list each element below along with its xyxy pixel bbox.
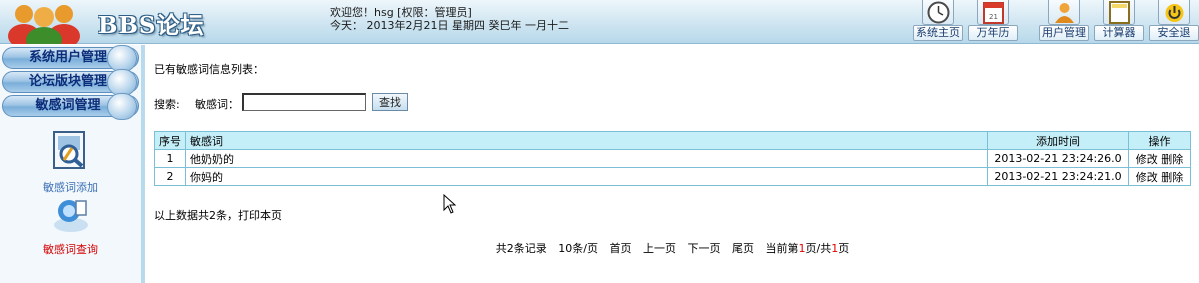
col-header-no: 序号 (154, 131, 186, 150)
sidebar-item-word-add[interactable]: 敏感词添加 (0, 130, 141, 194)
pager-current-mid: 页/共 (805, 242, 832, 255)
home-button-label: 系统主页 (913, 25, 963, 41)
pager-current-prefix: 当前第 (765, 242, 799, 255)
row-actions: 修改 删除 (1128, 149, 1191, 168)
header-bar: BBS论坛 欢迎您！hsg [权限：管理员] 今天： 2013年2月21日 星期… (0, 0, 1199, 44)
delete-link[interactable]: 删除 (1161, 171, 1183, 184)
edit-link[interactable]: 修改 (1136, 171, 1158, 184)
clock-icon (927, 1, 950, 24)
menu-label: 论坛版块管理 (28, 74, 107, 89)
menu-system-user-manage[interactable]: 系统用户管理 (2, 45, 139, 72)
sidebar: 系统用户管理 论坛版块管理 敏感词管理 敏感词添加 敏感词查询 (0, 45, 145, 283)
row-time: 2013-02-21 23:24:21.0 (987, 167, 1129, 186)
word-search-icon (54, 200, 88, 232)
row-time: 2013-02-21 23:24:26.0 (987, 149, 1129, 168)
list-title: 已有敏感词信息列表： (154, 63, 264, 76)
pagination: 共2条记录 10条/页 首页 上一页 下一页 尾页 当前第1页/共1页 (146, 240, 1199, 256)
user-manage-button[interactable]: 用户管理 (1039, 0, 1089, 42)
calculator-button[interactable]: 计算器 (1094, 0, 1144, 42)
sidebar-item-word-query[interactable]: 敏感词查询 (0, 193, 141, 256)
calculator-button-label: 计算器 (1094, 25, 1144, 41)
col-header-time: 添加时间 (987, 131, 1129, 150)
table-row: 1 他奶奶的 2013-02-21 23:24:26.0 修改 删除 (154, 149, 1191, 168)
pager-first-link[interactable]: 首页 (609, 242, 631, 255)
col-header-action: 操作 (1128, 131, 1191, 150)
table-header-row: 序号 敏感词 添加时间 操作 (154, 131, 1191, 150)
pager-prev-link[interactable]: 上一页 (643, 242, 676, 255)
pager-per-page: 10条/页 (558, 242, 598, 255)
welcome-line: 欢迎您！hsg [权限：管理员] (330, 6, 472, 19)
row-word: 他奶奶的 (184, 149, 989, 168)
logout-button[interactable]: 安全退 (1149, 0, 1199, 42)
menu-label: 敏感词管理 (35, 98, 101, 113)
svg-text:21: 21 (989, 13, 998, 21)
users-logo-icon (8, 5, 80, 44)
table-row: 2 你妈的 2013-02-21 23:24:21.0 修改 删除 (154, 167, 1191, 186)
pager-current-suffix: 页 (838, 242, 850, 255)
logout-button-label: 安全退 (1149, 25, 1199, 41)
calendar-button-label: 万年历 (968, 25, 1018, 41)
app-title: BBS论坛 (98, 12, 205, 39)
mouse-cursor-icon (443, 194, 457, 214)
row-actions: 修改 删除 (1128, 167, 1191, 186)
word-add-icon (53, 131, 85, 169)
search-label: 搜索: (154, 98, 180, 111)
calculator-icon (1109, 1, 1130, 24)
welcome-info: 欢迎您！hsg [权限：管理员] 今天： 2013年2月21日 星期四 癸巳年 … (330, 6, 569, 32)
sensitive-word-field-label: 敏感词： (195, 98, 239, 111)
pager-current: 当前第1页/共1页 (765, 242, 849, 255)
power-icon (1165, 4, 1184, 22)
row-no: 2 (154, 167, 186, 186)
pager-total: 共2条记录 (495, 242, 547, 255)
sidebar-item-label: 敏感词查询 (43, 243, 98, 256)
date-line: 今天： 2013年2月21日 星期四 癸巳年 一月十二 (330, 19, 569, 32)
edit-link[interactable]: 修改 (1136, 153, 1158, 166)
menu-forum-board-manage[interactable]: 论坛版块管理 (2, 69, 139, 96)
row-word: 你妈的 (184, 167, 989, 186)
data-summary: 以上数据共2条，打印本页 (154, 207, 282, 223)
sensitive-word-search-input[interactable] (242, 93, 366, 111)
user-icon (1055, 3, 1074, 23)
find-button[interactable]: 查找 (372, 93, 408, 111)
row-no: 1 (154, 149, 186, 168)
menu-sensitive-word-manage[interactable]: 敏感词管理 (2, 93, 139, 120)
user-manage-button-label: 用户管理 (1039, 25, 1089, 41)
col-header-word: 敏感词 (184, 131, 989, 150)
calendar-icon: 21 (983, 2, 1004, 24)
pager-last-link[interactable]: 尾页 (732, 242, 754, 255)
home-button[interactable]: 系统主页 (913, 0, 963, 42)
menu-label: 系统用户管理 (28, 50, 107, 65)
calendar-button[interactable]: 21 万年历 (968, 0, 1018, 42)
summary-text: 以上数据共2条，打印本页 (154, 209, 282, 222)
delete-link[interactable]: 删除 (1161, 153, 1183, 166)
main-content: 已有敏感词信息列表： 搜索: 敏感词： 查找 序号 敏感词 添加时间 操作 1 … (146, 45, 1199, 283)
sensitive-word-table: 序号 敏感词 添加时间 操作 1 他奶奶的 2013-02-21 23:24:2… (154, 131, 1191, 186)
pager-next-link[interactable]: 下一页 (687, 242, 720, 255)
